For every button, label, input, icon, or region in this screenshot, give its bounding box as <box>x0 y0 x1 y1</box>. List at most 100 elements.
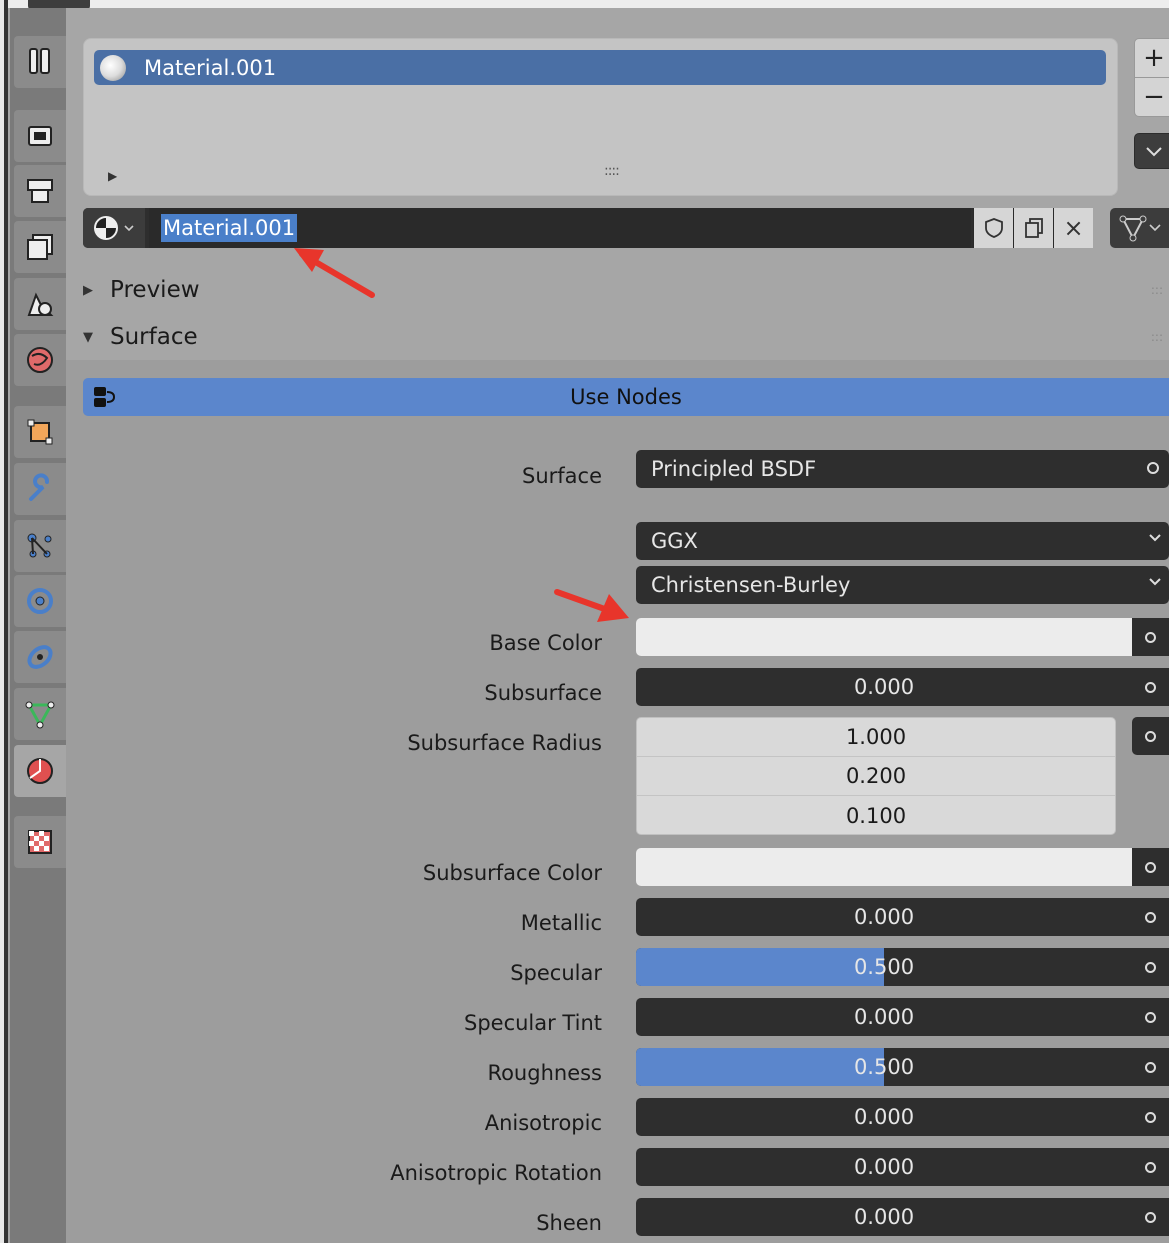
subsurface-color-swatch[interactable] <box>636 848 1132 886</box>
blender-properties-editor: Material.001 ▶ :::: + − Material.001 × ▶… <box>0 0 1169 1243</box>
subsurface-socket-button[interactable] <box>1132 668 1169 706</box>
specular-socket-button[interactable] <box>1132 948 1169 986</box>
drag-grip-icon[interactable]: ::: <box>1151 283 1163 297</box>
subsurface-label: Subsurface <box>484 681 602 705</box>
socket-icon <box>1145 911 1156 923</box>
view-layer-icon <box>27 234 53 260</box>
metallic-slider[interactable]: 0.000 <box>636 898 1132 936</box>
base-color-socket-button[interactable] <box>1132 618 1169 656</box>
use-nodes-button[interactable]: Use Nodes <box>83 378 1169 416</box>
tab-tool[interactable] <box>14 36 66 88</box>
remove-slot-button[interactable]: − <box>1134 77 1169 117</box>
specular-tint-socket-button[interactable] <box>1132 998 1169 1036</box>
tab-material[interactable] <box>14 745 66 797</box>
constraints-icon <box>27 645 53 669</box>
socket-icon <box>1145 681 1156 693</box>
tab-particles[interactable] <box>14 520 66 572</box>
socket-icon <box>1145 730 1156 742</box>
anisotropic-rotation-socket-button[interactable] <box>1132 1148 1169 1186</box>
add-slot-button[interactable]: + <box>1134 38 1169 78</box>
material-name-field[interactable]: Material.001 <box>149 208 971 248</box>
slot-filter-toggle-icon[interactable]: ▶ <box>108 169 117 183</box>
material-ball-icon <box>100 54 126 81</box>
wrench-icon <box>29 473 50 501</box>
specular-tint-slider[interactable]: 0.000 <box>636 998 1132 1036</box>
tab-world[interactable] <box>14 334 66 386</box>
unlink-material-button[interactable]: × <box>1053 208 1093 248</box>
distribution-dropdown[interactable]: GGX <box>636 522 1169 560</box>
drag-grip-icon[interactable]: ::: <box>1151 330 1163 344</box>
material-slot-list[interactable]: Material.001 ▶ :::: <box>83 38 1118 196</box>
socket-icon <box>1145 1211 1156 1223</box>
node-editor-icon <box>94 387 116 407</box>
metallic-label: Metallic <box>520 911 602 935</box>
surface-panel-title: Surface <box>110 324 198 350</box>
material-slot-item[interactable]: Material.001 <box>94 50 1106 85</box>
subsurface-radius-vector: 1.000 0.200 0.100 <box>636 717 1116 835</box>
base-color-swatch[interactable] <box>636 618 1132 656</box>
material-slot-label: Material.001 <box>144 55 277 80</box>
duplicate-material-button[interactable] <box>1013 208 1053 248</box>
subsurface-radius-y[interactable]: 0.200 <box>637 757 1115 796</box>
material-name-text: Material.001 <box>161 214 298 242</box>
fake-user-button[interactable] <box>973 208 1013 248</box>
roughness-label: Roughness <box>487 1061 602 1085</box>
node-link-button[interactable] <box>1110 208 1169 248</box>
tab-physics[interactable] <box>14 575 66 627</box>
subsurface-radius-socket-button[interactable] <box>1132 717 1169 755</box>
tab-view-layer[interactable] <box>14 221 66 273</box>
datablock-actions: × <box>973 208 1093 248</box>
anisotropic-label: Anisotropic <box>484 1111 602 1135</box>
surface-shader-label: Surface <box>521 464 602 488</box>
tab-object-data[interactable] <box>14 688 66 740</box>
tab-modifiers[interactable] <box>14 463 66 515</box>
specular-slider[interactable]: 0.500 <box>636 948 1132 986</box>
tab-object[interactable] <box>14 406 66 458</box>
browse-material-button[interactable] <box>83 208 145 248</box>
surface-panel-header[interactable]: ▼ Surface ::: <box>83 317 1169 357</box>
tab-output[interactable] <box>14 165 66 217</box>
texture-icon <box>28 830 52 854</box>
use-nodes-label: Use Nodes <box>570 385 682 409</box>
subsurface-slider[interactable]: 0.000 <box>636 668 1132 706</box>
subsurface-radius-z[interactable]: 0.100 <box>637 796 1115 835</box>
subsurface-radius-label: Subsurface Radius <box>407 731 602 755</box>
subsurface-method-dropdown[interactable]: Christensen-Burley <box>636 566 1169 604</box>
chevron-down-icon <box>124 225 134 232</box>
subsurface-radius-x[interactable]: 1.000 <box>637 718 1115 757</box>
shield-icon <box>984 218 1003 238</box>
tab-constraints[interactable] <box>14 631 66 683</box>
scene-icon <box>27 292 54 316</box>
tab-scene[interactable] <box>14 278 66 330</box>
specular-tint-label: Specular Tint <box>463 1011 602 1035</box>
tab-texture[interactable] <box>14 816 66 868</box>
anisotropic-rotation-slider[interactable]: 0.000 <box>636 1148 1132 1186</box>
tab-render[interactable] <box>14 110 66 162</box>
anisotropic-slider[interactable]: 0.000 <box>636 1098 1132 1136</box>
tool-icon <box>29 48 50 74</box>
specular-fill <box>636 948 884 986</box>
list-resize-grip-icon[interactable]: :::: <box>604 163 620 179</box>
annotation-arrow-base-color <box>554 589 629 622</box>
preview-panel-header[interactable]: ▶ Preview ::: <box>83 270 1169 310</box>
anisotropic-socket-button[interactable] <box>1132 1098 1169 1136</box>
socket-link-icon <box>1147 462 1159 474</box>
annotation-arrow-name <box>294 248 375 298</box>
chevron-down-icon <box>1146 147 1162 157</box>
slot-specials-button[interactable] <box>1134 133 1169 169</box>
physics-icon <box>27 588 53 614</box>
surface-shader-dropdown[interactable]: Principled BSDF <box>636 450 1169 488</box>
expanded-triangle-icon: ▼ <box>83 329 93 345</box>
specular-label: Specular <box>510 961 602 985</box>
roughness-socket-button[interactable] <box>1132 1048 1169 1086</box>
metallic-socket-button[interactable] <box>1132 898 1169 936</box>
mesh-data-icon <box>25 701 55 729</box>
socket-icon <box>1145 961 1156 973</box>
socket-icon <box>1145 1011 1156 1023</box>
duplicate-icon <box>1024 218 1043 238</box>
subsurface-color-socket-button[interactable] <box>1132 848 1169 886</box>
sheen-socket-button[interactable] <box>1132 1198 1169 1236</box>
roughness-slider[interactable]: 0.500 <box>636 1048 1132 1086</box>
socket-icon <box>1145 1111 1156 1123</box>
sheen-slider[interactable]: 0.000 <box>636 1198 1132 1236</box>
